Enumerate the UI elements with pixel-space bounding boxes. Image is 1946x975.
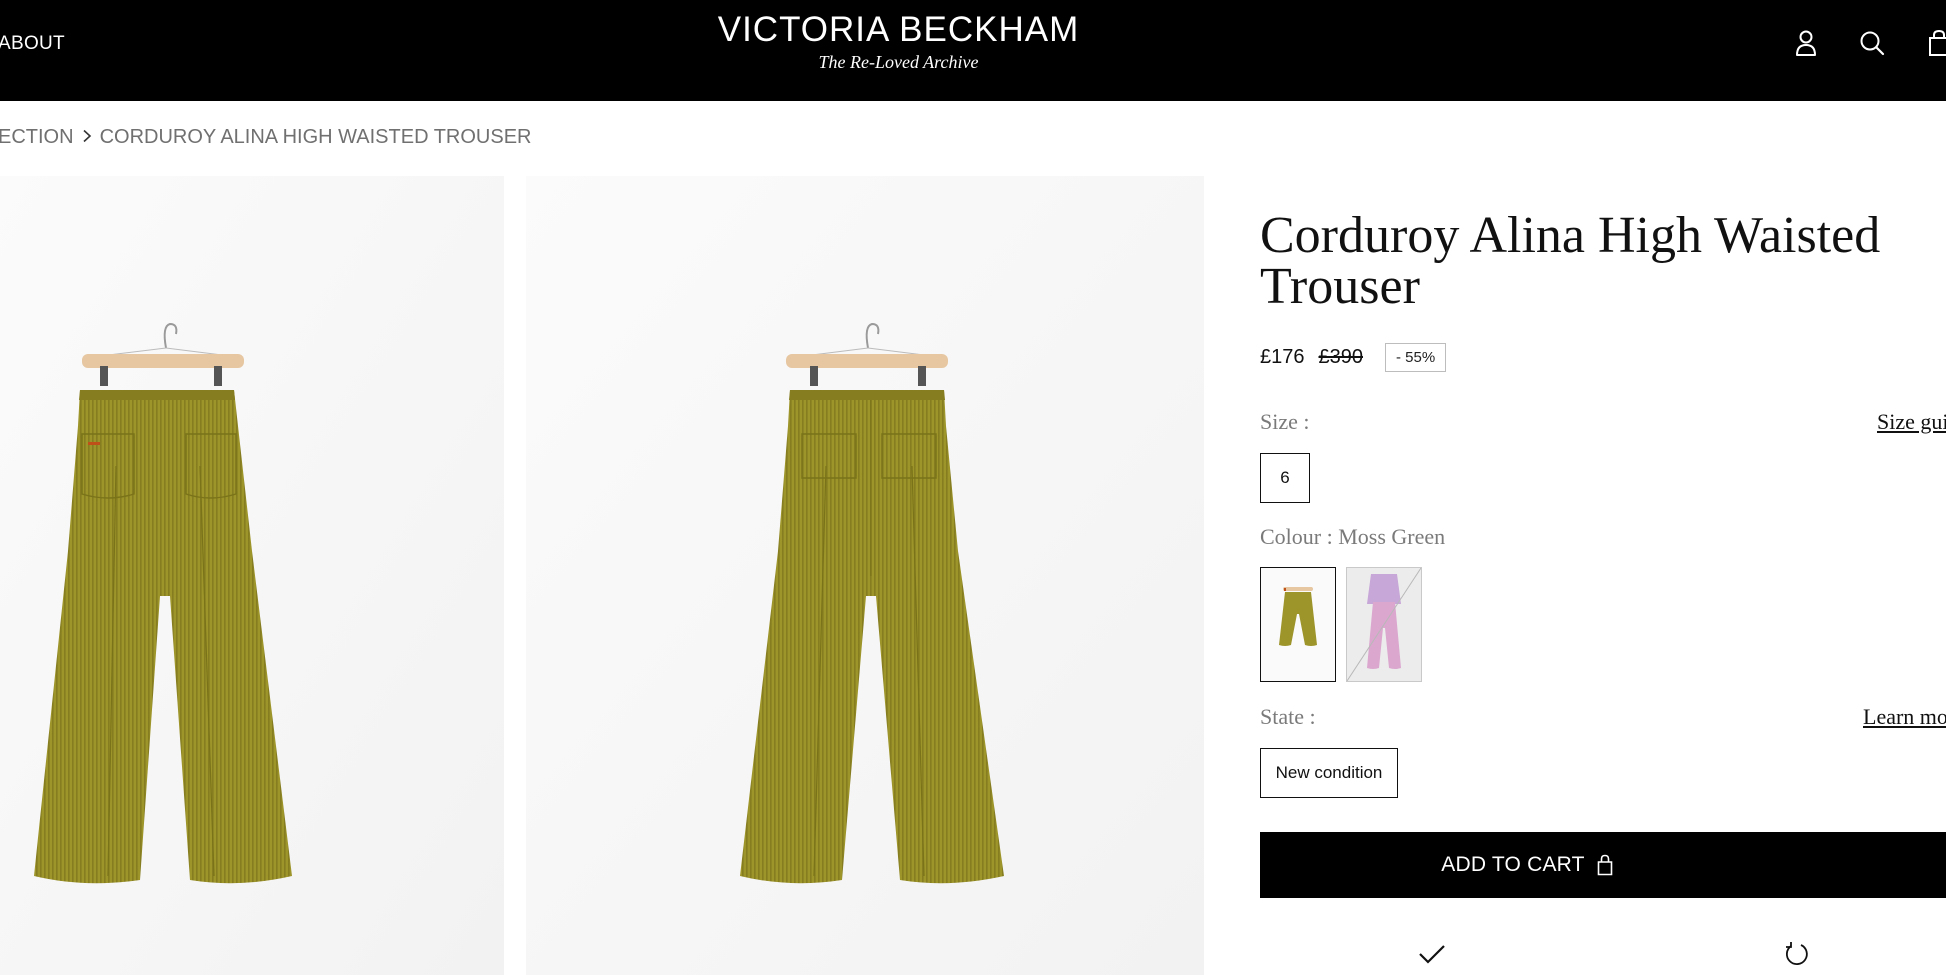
brand-logo[interactable]: VICTORIA BECKHAM The Re-Loved Archive bbox=[0, 10, 1797, 73]
account-icon[interactable] bbox=[1791, 28, 1821, 58]
brand-name: VICTORIA BECKHAM bbox=[717, 10, 1080, 49]
site-header: ABOUT VICTORIA BECKHAM The Re-Loved Arch… bbox=[0, 0, 1946, 101]
state-label: State : bbox=[1260, 704, 1316, 729]
add-to-cart-content: ADD TO CART bbox=[1441, 853, 1613, 877]
breadcrumb-item-collection[interactable]: ECTION bbox=[0, 126, 74, 149]
breadcrumb: ECTION CORDUROY ALINA HIGH WAISTED TROUS… bbox=[0, 126, 532, 149]
original-price: £390 bbox=[1318, 346, 1364, 368]
add-to-cart-button[interactable]: ADD TO CART bbox=[1260, 832, 1946, 898]
size-label: Size : bbox=[1260, 409, 1310, 434]
breadcrumb-item-current: CORDUROY ALINA HIGH WAISTED TROUSER bbox=[99, 126, 532, 148]
learn-more-link[interactable]: Learn mo bbox=[1863, 704, 1946, 730]
state-option-new-condition[interactable]: New condition bbox=[1260, 748, 1398, 798]
product-image-back[interactable] bbox=[526, 176, 1204, 975]
chevron-right-icon bbox=[74, 126, 100, 149]
sale-price: £176 bbox=[1260, 346, 1305, 368]
size-option-6[interactable]: 6 bbox=[1260, 453, 1310, 503]
shopping-bag-icon bbox=[1597, 854, 1613, 876]
shopping-bag-icon[interactable] bbox=[1924, 28, 1946, 58]
product-title: Corduroy Alina High Waisted Trouser bbox=[1260, 207, 1881, 315]
colour-swatch-moss-green[interactable] bbox=[1260, 567, 1336, 682]
return-icon bbox=[1781, 940, 1811, 970]
add-to-cart-label: ADD TO CART bbox=[1441, 853, 1585, 876]
price-row: £176 £390 - 55% bbox=[1260, 343, 1447, 372]
checkmark-icon bbox=[1417, 940, 1447, 970]
size-guide-link[interactable]: Size gui bbox=[1877, 409, 1946, 435]
colour-label: Colour : Moss Green bbox=[1260, 524, 1446, 549]
colour-swatch-lilac[interactable] bbox=[1346, 567, 1422, 682]
discount-badge: - 55% bbox=[1385, 343, 1447, 372]
product-image-front[interactable] bbox=[0, 176, 504, 975]
brand-subtitle: The Re-Loved Archive bbox=[818, 52, 979, 72]
search-icon[interactable] bbox=[1857, 28, 1887, 58]
